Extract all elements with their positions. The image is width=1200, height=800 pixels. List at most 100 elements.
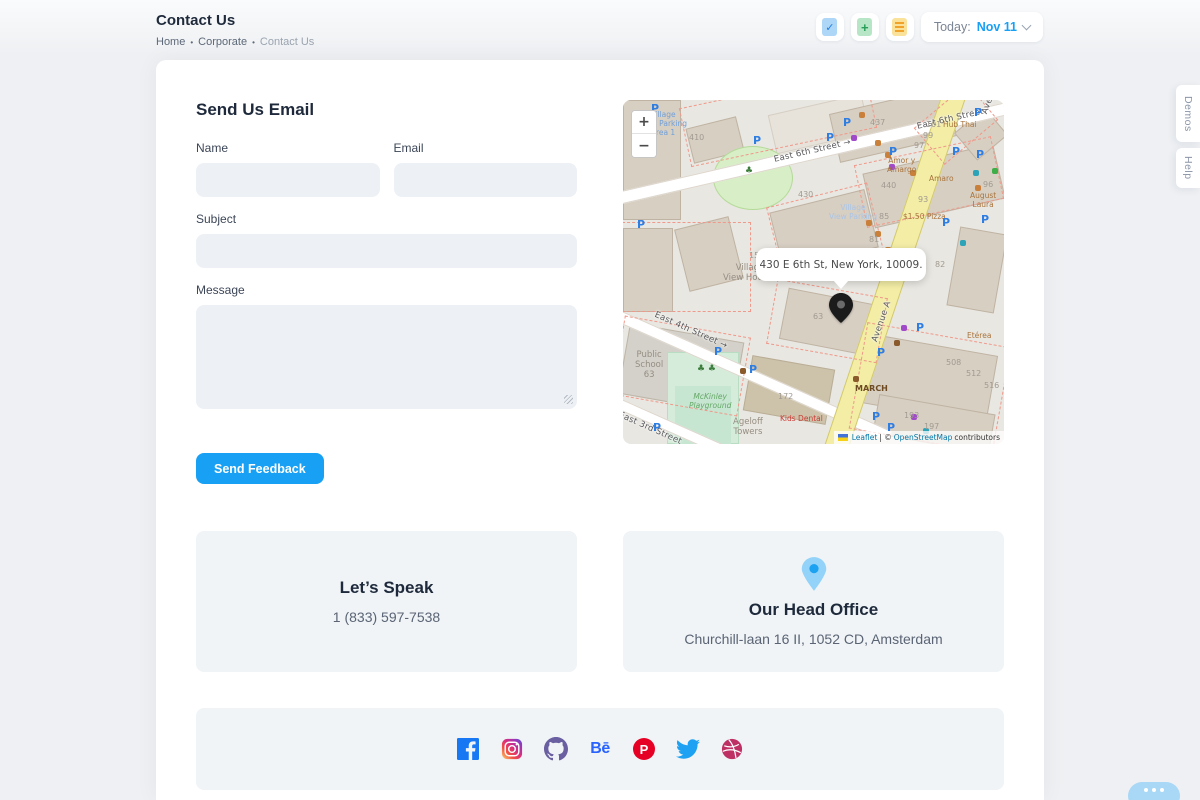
lets-speak-card: Let’s Speak 1 (833) 597-7538 [196, 531, 577, 672]
map-label: 440 [881, 181, 896, 191]
map-label: P [826, 131, 834, 144]
breadcrumb-separator: • [190, 38, 193, 47]
dribbble-icon[interactable] [720, 737, 744, 761]
map-label: Ageloff Towers [733, 417, 763, 437]
help-side-tab[interactable]: Help [1176, 148, 1200, 188]
github-icon[interactable] [544, 737, 568, 761]
location-map[interactable]: East 6th Street →East 6th StreetEast 4th… [623, 100, 1004, 444]
map-label: P [952, 145, 960, 158]
map-label: 93 [918, 195, 928, 205]
map-label: 512 [966, 369, 981, 379]
map-label: P [889, 145, 897, 158]
map-label: Amaro [929, 174, 954, 183]
pinterest-icon[interactable]: P [632, 737, 656, 761]
map-label: Amor y Amargo [887, 156, 916, 174]
message-label: Message [196, 283, 577, 297]
map-label: 63 [813, 312, 823, 322]
document-lines-icon [892, 18, 907, 36]
map-address-tooltip: 430 E 6th St, New York, 10009. [756, 248, 926, 281]
map-label: 437 [870, 118, 885, 128]
notes-document-button[interactable] [886, 13, 914, 41]
openstreetmap-link[interactable]: OpenStreetMap [894, 433, 953, 442]
map-label: 430 [798, 190, 813, 200]
map-label: 508 [946, 358, 961, 368]
map-zoom-control: + − [631, 110, 657, 158]
breadcrumb-corporate[interactable]: Corporate [198, 36, 247, 48]
add-document-button[interactable]: + [851, 13, 879, 41]
zoom-in-button[interactable]: + [632, 111, 656, 134]
map-label: 97 [914, 141, 924, 151]
map-label: ♣ ♣ [697, 364, 716, 375]
document-check-icon: ✓ [822, 18, 837, 36]
name-label: Name [196, 141, 380, 155]
date-selector[interactable]: Today: Nov 11 [921, 12, 1043, 42]
map-label: P [843, 116, 851, 129]
social-links-card: Bē P [196, 708, 1004, 790]
message-textarea[interactable] [196, 305, 577, 409]
map-label: 81 [869, 235, 879, 245]
poi-dot-icon [740, 368, 746, 374]
tooltip-arrow [833, 280, 849, 297]
poi-dot-icon [875, 140, 881, 146]
tasks-document-button[interactable]: ✓ [816, 13, 844, 41]
contact-form: Send Us Email Name Email Subject Message [196, 100, 577, 484]
subject-input[interactable] [196, 234, 577, 268]
facebook-icon[interactable] [456, 737, 480, 761]
chevron-down-icon [1022, 20, 1032, 30]
instagram-icon[interactable] [500, 737, 524, 761]
email-input[interactable] [394, 163, 578, 197]
breadcrumb-current: Contact Us [260, 36, 314, 48]
breadcrumb: Home • Corporate • Contact Us [156, 36, 314, 48]
map-label: P [749, 363, 757, 376]
resize-handle[interactable] [564, 395, 573, 404]
poi-dot-icon [973, 170, 979, 176]
map-label: P [872, 410, 880, 423]
map-label: $1.50 Pizza [903, 212, 946, 221]
breadcrumb-separator: • [252, 38, 255, 47]
speak-title: Let’s Speak [340, 578, 434, 598]
send-feedback-button[interactable]: Send Feedback [196, 453, 324, 484]
twitter-icon[interactable] [676, 737, 700, 761]
map-label: 410 [689, 133, 704, 143]
ukraine-flag-icon [838, 434, 848, 441]
map-label: Public School 63 [635, 350, 663, 381]
page-title: Contact Us [156, 12, 314, 29]
chat-button[interactable] [1128, 782, 1180, 800]
behance-icon[interactable]: Bē [588, 737, 612, 761]
map-label: 96 [983, 180, 993, 190]
header-actions: ✓ + Today: Nov 11 [816, 12, 1043, 42]
office-title: Our Head Office [749, 600, 878, 620]
map-label: P [637, 218, 645, 231]
map-label: P [981, 213, 989, 226]
demos-side-tab[interactable]: Demos [1176, 85, 1200, 142]
poi-dot-icon [853, 376, 859, 382]
map-label: Kids Dental [780, 414, 823, 423]
top-bar: Contact Us Home • Corporate • Contact Us… [0, 0, 1200, 48]
poi-dot-icon [960, 240, 966, 246]
map-label: P [942, 216, 950, 229]
map-label: 193 [904, 411, 919, 421]
zoom-out-button[interactable]: − [632, 134, 656, 157]
map-label: August Laura [970, 191, 996, 209]
document-plus-icon: + [857, 18, 872, 36]
today-label: Today: [934, 20, 971, 34]
email-label: Email [394, 141, 578, 155]
map-attribution: Leaflet | © OpenStreetMap contributors [834, 431, 1004, 444]
map-label: P [976, 148, 984, 161]
office-address: Churchill-laan 16 II, 1052 CD, Amsterdam [684, 631, 942, 647]
map-label: Etérea [967, 331, 991, 340]
map-address-text: 430 E 6th St, New York, 10009. [759, 259, 922, 271]
page-header: Contact Us Home • Corporate • Contact Us [156, 12, 314, 48]
breadcrumb-home[interactable]: Home [156, 36, 185, 48]
map-label: Hub Thai [943, 120, 977, 129]
map-label: 172 [778, 392, 793, 402]
poi-dot-icon [859, 112, 865, 118]
form-heading: Send Us Email [196, 100, 577, 120]
map-pin-icon[interactable] [829, 293, 853, 323]
subject-label: Subject [196, 212, 577, 226]
map-label: 99 [923, 131, 933, 141]
phone-number: 1 (833) 597-7538 [333, 609, 440, 625]
name-input[interactable] [196, 163, 380, 197]
leaflet-link[interactable]: Leaflet [852, 433, 878, 442]
map-label: 101 [926, 120, 941, 130]
